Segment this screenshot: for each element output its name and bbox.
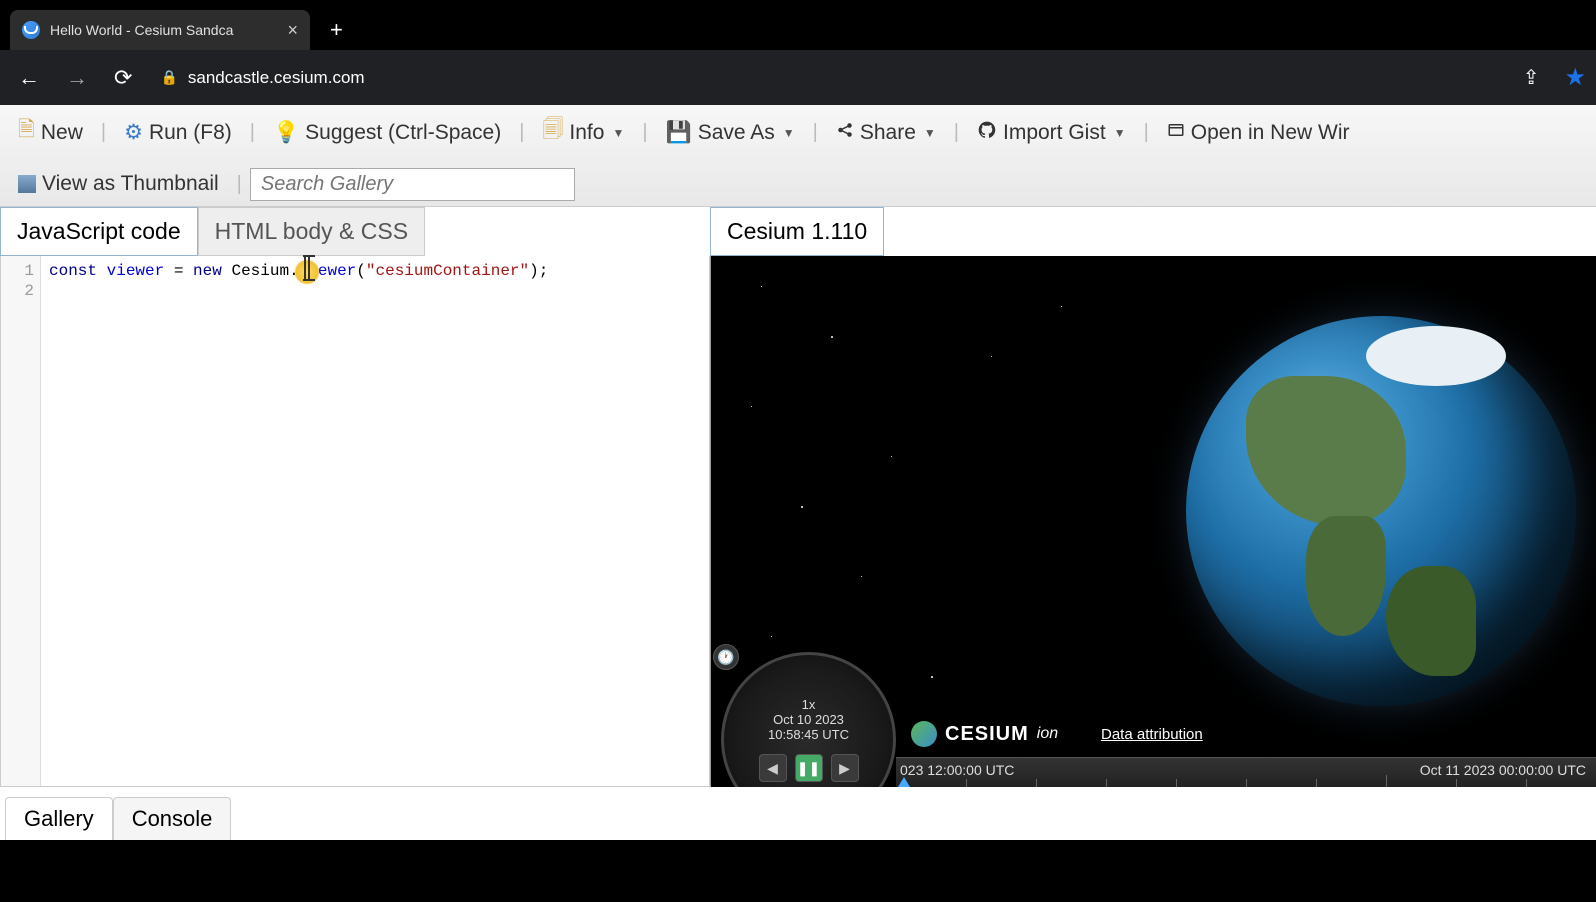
saveas-button[interactable]: 💾 Save As ▼ xyxy=(656,116,805,150)
new-label: New xyxy=(41,121,83,145)
separator: | xyxy=(101,121,106,144)
share-page-icon[interactable]: ⇪ xyxy=(1508,65,1555,90)
clock-info: 1x Oct 10 2023 10:58:45 UTC xyxy=(768,697,849,742)
timeline-end-label: Oct 11 2023 00:00:00 UTC xyxy=(1420,762,1586,778)
lightbulb-icon: 💡 xyxy=(273,121,299,145)
gears-icon: ⚙ xyxy=(124,120,143,145)
separator: | xyxy=(642,121,647,144)
reload-button[interactable]: ⟳ xyxy=(106,57,140,99)
run-label: Run (F8) xyxy=(149,121,232,145)
tab-html-css[interactable]: HTML body & CSS xyxy=(198,207,425,256)
separator: | xyxy=(1144,121,1149,144)
close-tab-icon[interactable]: × xyxy=(287,20,298,41)
clock-controls: ◀ ❚❚ ▶ xyxy=(759,754,859,782)
chevron-down-icon: ▼ xyxy=(612,126,624,140)
code-tabs: JavaScript code HTML body & CSS xyxy=(0,207,710,256)
share-button[interactable]: Share ▼ xyxy=(826,116,946,150)
search-gallery-input[interactable] xyxy=(250,168,575,201)
thumbnail-label: View as Thumbnail xyxy=(42,172,219,196)
cesium-favicon-icon xyxy=(22,21,40,39)
url-text: sandcastle.cesium.com xyxy=(188,68,365,88)
line-number: 2 xyxy=(1,282,34,302)
new-button[interactable]: 🗎 New xyxy=(8,110,93,155)
timeline-start-label: 023 12:00:00 UTC xyxy=(900,762,1014,778)
window-icon xyxy=(1167,121,1185,145)
suggest-label: Suggest (Ctrl-Space) xyxy=(305,121,501,145)
play-reverse-button[interactable]: ◀ xyxy=(759,754,787,782)
logo-text: CESIUM xyxy=(945,723,1029,746)
toolbar: 🗎 New | ⚙ Run (F8) | 💡 Suggest (Ctrl-Spa… xyxy=(0,105,1596,207)
browser-chrome: Hello World - Cesium Sandca × + ← → ⟳ 🔒 … xyxy=(0,0,1596,105)
run-button[interactable]: ⚙ Run (F8) xyxy=(114,115,242,150)
open-new-window-button[interactable]: Open in New Wir xyxy=(1157,116,1360,150)
lock-icon: 🔒 xyxy=(160,69,177,86)
separator: | xyxy=(813,121,818,144)
logo-ion: ion xyxy=(1037,725,1058,743)
address-bar[interactable]: 🔒 sandcastle.cesium.com xyxy=(150,68,1497,88)
separator: | xyxy=(519,121,524,144)
timeline-marker-icon[interactable] xyxy=(898,777,910,787)
clock-time: 10:58:45 UTC xyxy=(768,727,849,742)
code-content[interactable]: const viewer = new Cesium.Viewer("cesium… xyxy=(41,256,556,786)
document-icon: 🗎 xyxy=(18,115,35,150)
nav-bar: ← → ⟳ 🔒 sandcastle.cesium.com ⇪ ★ xyxy=(0,50,1596,105)
back-button[interactable]: ← xyxy=(10,57,48,99)
clock-speed: 1x xyxy=(768,697,849,712)
data-attribution-link[interactable]: Data attribution xyxy=(1101,726,1203,743)
bottom-tabs: Gallery Console xyxy=(0,787,1596,840)
separator: | xyxy=(954,121,959,144)
chevron-down-icon: ▼ xyxy=(924,126,936,140)
viewer-tabs: Cesium 1.110 xyxy=(710,207,1596,256)
code-panel: JavaScript code HTML body & CSS 1 2 cons… xyxy=(0,207,710,787)
tab-title: Hello World - Cesium Sandca xyxy=(50,22,277,38)
floppy-icon: 💾 xyxy=(666,121,692,145)
clock-date: Oct 10 2023 xyxy=(768,712,849,727)
cesium-logo: CESIUM ion xyxy=(911,721,1058,747)
clock-widget: 🕐 1x Oct 10 2023 10:58:45 UTC ◀ ❚❚ ▶ xyxy=(721,652,896,787)
tab-console[interactable]: Console xyxy=(113,797,232,840)
separator: | xyxy=(237,173,242,196)
line-gutter: 1 2 xyxy=(1,256,41,786)
new-tab-button[interactable]: + xyxy=(330,10,343,50)
separator: | xyxy=(250,121,255,144)
play-forward-button[interactable]: ▶ xyxy=(831,754,859,782)
thumbnail-icon xyxy=(18,175,36,193)
cesium-logo-icon xyxy=(911,721,937,747)
browser-tab[interactable]: Hello World - Cesium Sandca × xyxy=(10,10,310,50)
forward-button[interactable]: → xyxy=(58,57,96,99)
clock-history-button[interactable]: 🕐 xyxy=(713,644,739,670)
saveas-label: Save As xyxy=(698,121,775,145)
timeline[interactable]: 023 12:00:00 UTC Oct 11 2023 00:00:00 UT… xyxy=(896,757,1596,787)
tab-gallery[interactable]: Gallery xyxy=(5,797,113,840)
suggest-button[interactable]: 💡 Suggest (Ctrl-Space) xyxy=(263,116,511,150)
import-label: Import Gist xyxy=(1003,121,1106,145)
bookmark-star-icon[interactable]: ★ xyxy=(1564,63,1586,92)
chevron-down-icon: ▼ xyxy=(783,126,795,140)
main-area: JavaScript code HTML body & CSS 1 2 cons… xyxy=(0,207,1596,787)
tab-bar: Hello World - Cesium Sandca × + xyxy=(0,0,1596,50)
chevron-down-icon: ▼ xyxy=(1114,126,1126,140)
info-button[interactable]: 🗐 Info ▼ xyxy=(532,110,634,155)
tab-javascript[interactable]: JavaScript code xyxy=(0,207,198,256)
viewer-panel: Cesium 1.110 xyxy=(710,207,1596,787)
import-gist-button[interactable]: Import Gist ▼ xyxy=(967,115,1136,151)
share-icon xyxy=(836,121,854,145)
info-label: Info xyxy=(569,121,604,145)
line-number: 1 xyxy=(1,262,34,282)
share-label: Share xyxy=(860,121,916,145)
opennew-label: Open in New Wir xyxy=(1191,121,1350,145)
earth-globe[interactable] xyxy=(1186,316,1576,706)
pause-button[interactable]: ❚❚ xyxy=(795,754,823,782)
code-editor[interactable]: 1 2 const viewer = new Cesium.Viewer("ce… xyxy=(0,256,710,787)
github-icon xyxy=(977,120,997,146)
page-icon: 🗐 xyxy=(542,115,563,150)
view-thumbnail-button[interactable]: View as Thumbnail xyxy=(8,167,229,201)
cesium-viewer[interactable]: 🕐 1x Oct 10 2023 10:58:45 UTC ◀ ❚❚ ▶ CES… xyxy=(710,256,1596,787)
text-cursor-icon xyxy=(304,257,310,279)
tab-cesium-version[interactable]: Cesium 1.110 xyxy=(710,207,884,256)
